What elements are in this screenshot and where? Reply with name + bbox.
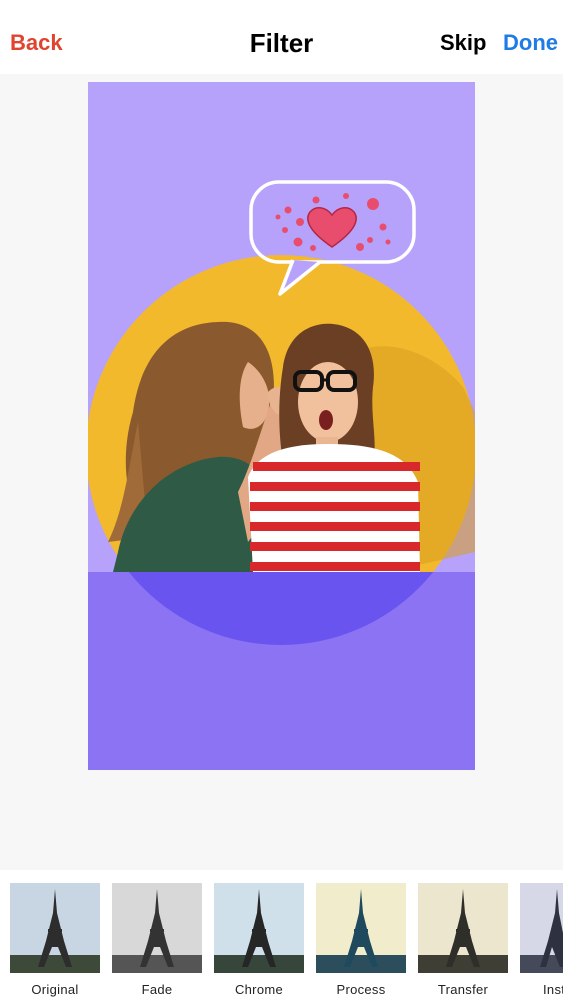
eiffel-tower-thumbnail xyxy=(316,883,406,973)
eiffel-tower-thumbnail xyxy=(10,883,100,973)
eiffel-tower-thumbnail xyxy=(520,883,563,973)
filter-preview xyxy=(88,82,475,770)
filter-thumb-chrome[interactable] xyxy=(214,883,304,973)
filter-strip: Original Fade Chrome Process Transfer In… xyxy=(0,870,563,1000)
filter-thumb-original[interactable] xyxy=(10,883,100,973)
preview-photo xyxy=(88,82,475,770)
back-button[interactable]: Back xyxy=(10,30,63,56)
eiffel-tower-thumbnail xyxy=(112,883,202,973)
top-navigation-bar: Back Filter Skip Done xyxy=(0,0,563,74)
filter-thumb-transfer[interactable] xyxy=(418,883,508,973)
filter-label-inst: Inst xyxy=(543,982,563,997)
filter-label-process: Process xyxy=(336,982,386,997)
filter-label-fade: Fade xyxy=(141,982,173,997)
filter-thumb-process[interactable] xyxy=(316,883,406,973)
filter-thumb-inst[interactable] xyxy=(520,883,563,973)
canvas-area xyxy=(0,74,563,870)
done-button[interactable]: Done xyxy=(503,30,558,56)
filter-label-transfer: Transfer xyxy=(437,982,489,997)
eiffel-tower-thumbnail xyxy=(214,883,304,973)
eiffel-tower-thumbnail xyxy=(418,883,508,973)
filter-label-original: Original xyxy=(31,982,79,997)
skip-button[interactable]: Skip xyxy=(440,30,486,56)
filter-label-chrome: Chrome xyxy=(234,982,284,997)
filter-thumb-fade[interactable] xyxy=(112,883,202,973)
